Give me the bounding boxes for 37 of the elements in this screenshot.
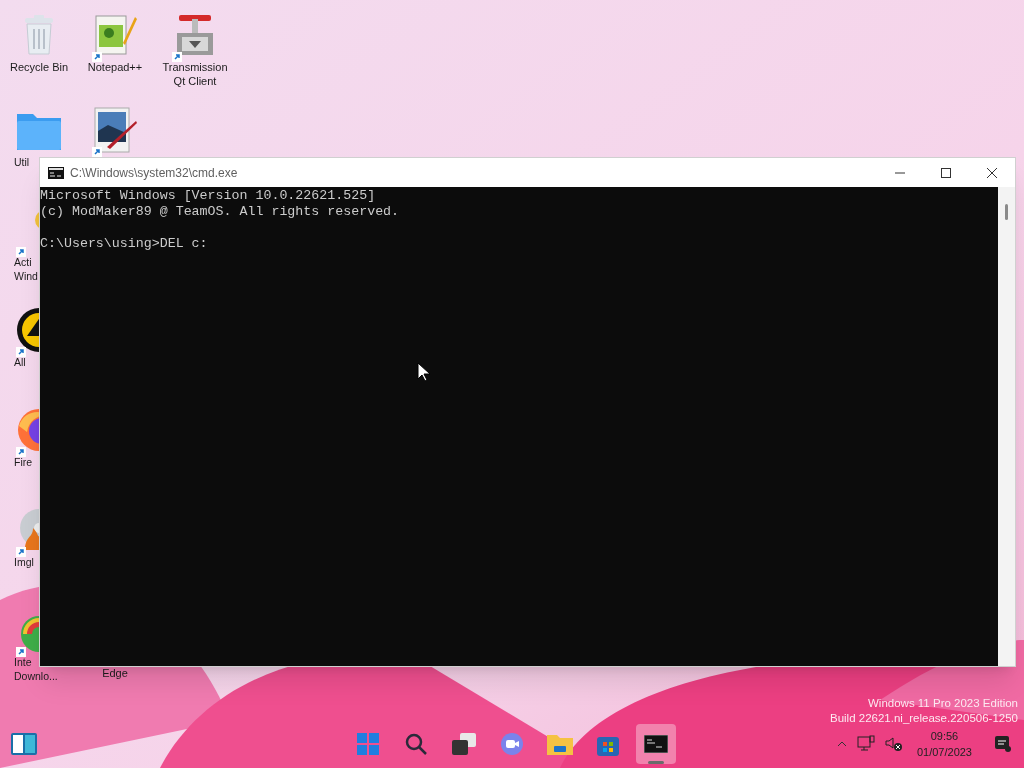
chevron-up-icon[interactable]: [836, 741, 847, 747]
widgets-icon: [11, 733, 37, 755]
command-prompt: C:\Users\using>DEL c:: [40, 236, 209, 252]
muted-speaker-icon[interactable]: [884, 736, 903, 752]
search-icon: [404, 732, 428, 756]
image-editor-icon: [93, 107, 137, 153]
clock-time[interactable]: 09:56: [930, 728, 959, 744]
desktop-icon-label[interactable]: Notepad++: [87, 60, 143, 74]
console-app-icon: [48, 166, 64, 179]
desktop-icon-label[interactable]: All: [14, 355, 26, 369]
clock-date[interactable]: 01/07/2023: [916, 744, 972, 760]
desktop-icon-label[interactable]: Fire: [14, 455, 33, 469]
notification-icon[interactable]: [994, 735, 1012, 753]
desktop-icon-label[interactable]: Inte Downlo...: [14, 655, 58, 683]
maximize-icon: [941, 167, 951, 178]
close-icon: [987, 167, 997, 178]
task-view-icon: [452, 733, 476, 755]
desktop-icon-label[interactable]: Imgl: [14, 555, 34, 569]
edition-text: Windows 11 Pro 2023 Edition: [868, 696, 1018, 711]
windows-logo-icon: [357, 733, 379, 755]
scrollbar[interactable]: [998, 187, 1015, 666]
console-line: Microsoft Windows [Version 10.0.22621.525]: [40, 188, 377, 204]
taskbar-button[interactable]: [636, 724, 676, 764]
desktop-icon-label[interactable]: Edge: [102, 666, 128, 680]
desktop-icon-label[interactable]: Recycle Bin: [9, 60, 69, 74]
cursor-icon: [417, 362, 431, 382]
notepad-icon: [93, 13, 137, 57]
terminal-icon: [644, 735, 668, 753]
console-line: (c) ModMaker89 @ TeamOS. All rights reserved.: [40, 204, 401, 220]
desktop-icon-label[interactable]: Acti Wind: [14, 255, 38, 283]
window-title: C:\Windows\system32\cmd.exe: [70, 164, 238, 182]
active-indicator: [648, 761, 664, 764]
desktop-icon-label[interactable]: Util: [14, 155, 30, 169]
network-icon[interactable]: [856, 735, 875, 753]
video-chat-icon: [500, 732, 524, 756]
desktop-icon-label[interactable]: Transmission Qt Client: [157, 60, 233, 88]
build-text: Build 22621.ni_release.220506-1250: [830, 711, 1018, 726]
